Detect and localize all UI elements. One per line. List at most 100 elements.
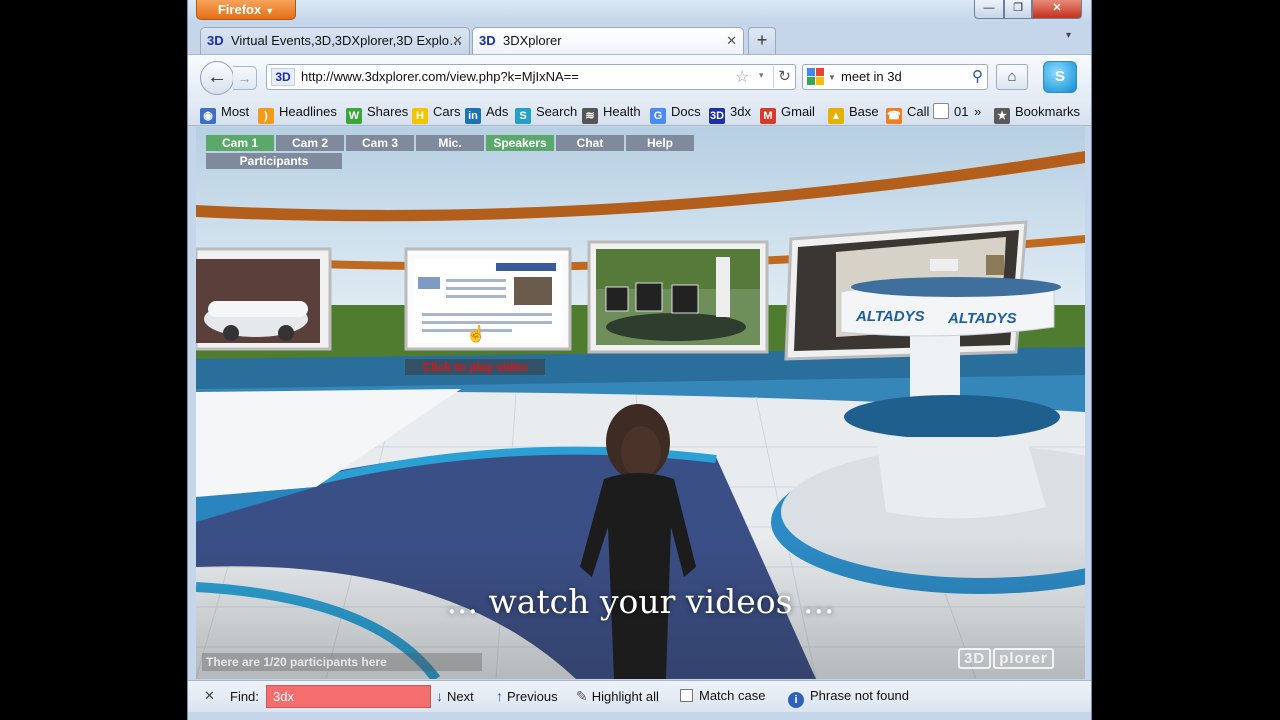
tab-3dxplorer[interactable]: 3D 3DXplorer ✕	[472, 27, 744, 54]
bookmark-label: Cars	[433, 104, 461, 119]
bookmark-[interactable]: »	[974, 103, 981, 121]
bookmark-label: Most	[221, 104, 250, 119]
search-site-icon: S	[515, 108, 531, 124]
tab-close-icon[interactable]: ✕	[726, 28, 737, 53]
bookmark-headlines[interactable]: ) Headlines	[258, 103, 337, 124]
bookmark-label: 01	[954, 104, 969, 119]
viewer-cam-1-button[interactable]: Cam 1	[206, 135, 274, 151]
viewer-chat-button[interactable]: Chat	[556, 135, 624, 151]
find-input[interactable]: 3dx	[266, 685, 431, 708]
bookmark-gmail[interactable]: M Gmail	[760, 103, 815, 124]
shares-icon: W	[346, 108, 362, 124]
bookmark-label: Call	[907, 104, 930, 119]
bookmark-star-icon[interactable]: ☆	[735, 67, 749, 87]
new-tab-button[interactable]: +	[748, 27, 776, 54]
firefox-menu-button[interactable]: Firefox ▼	[196, 0, 296, 20]
tab-list-icon[interactable]: ▾	[1066, 30, 1071, 41]
bookmark-health[interactable]: ≋ Health	[582, 103, 641, 124]
booth-logo: ALTADYS	[855, 308, 925, 325]
arrow-down-icon: ↓	[436, 688, 443, 704]
bookmark-label: Headlines	[279, 104, 337, 119]
skype-icon[interactable]: S	[1043, 61, 1077, 93]
tab-close-icon[interactable]: ✕	[452, 28, 463, 53]
bookmark-search[interactable]: S Search	[515, 103, 577, 124]
viewer-cam-3-button[interactable]: Cam 3	[346, 135, 414, 151]
info-icon: i	[788, 692, 804, 708]
search-input[interactable]: meet in 3d	[841, 65, 902, 89]
bookmark-docs[interactable]: G Docs	[650, 103, 701, 124]
bookmark-label: Gmail	[781, 104, 815, 119]
participant-count: There are 1/20 participants here	[202, 653, 482, 671]
3d-viewer[interactable]: ☝ ALTADYS ALTADYS Cam 1 Cam 2 Cam 3 Mic.…	[196, 127, 1085, 679]
maximize-button[interactable]: ❐	[1004, 0, 1032, 19]
window-close-button[interactable]: ✕	[1032, 0, 1082, 19]
bookmarks-toolbar: ◉ Most ) Headlines W Shares H Cars in Ads S Search ≋…	[188, 98, 1091, 126]
reload-button[interactable]: ↻	[773, 66, 795, 88]
base-icon: ▲	[828, 108, 844, 124]
tab-title: 3DXplorer	[503, 33, 562, 48]
screen-gallery	[587, 240, 769, 354]
click-to-play-label[interactable]: Click to play video	[405, 359, 545, 375]
bookmark-label: Shares	[367, 104, 409, 119]
screen-web-page	[404, 247, 572, 351]
browser-window: Firefox ▼ — ❐ ✕ 3D Virtual Events,3D,3DXp…	[187, 0, 1092, 720]
bookmark-label: Health	[603, 104, 641, 119]
google-docs-icon: G	[650, 108, 666, 124]
3dx-favicon-icon: 3D	[207, 33, 224, 48]
home-button[interactable]: ⌂	[996, 64, 1028, 90]
url-input[interactable]: http://www.3dxplorer.com/view.php?k=MjIx…	[301, 65, 579, 89]
caret-down-icon: ▼	[265, 6, 275, 16]
match-case-label: Match case	[699, 688, 766, 703]
find-next-button[interactable]: ↓ Next	[436, 688, 474, 704]
find-next-label: Next	[447, 689, 474, 704]
find-close-icon[interactable]: ✕	[204, 688, 215, 704]
bookmark-01[interactable]: 01	[933, 103, 968, 121]
viewer-help-button[interactable]: Help	[626, 135, 694, 151]
bookmark-base[interactable]: ▲ Base	[828, 103, 879, 124]
3dx-icon: 3D	[709, 108, 725, 124]
bookmark-label: »	[974, 104, 982, 119]
linkedin-icon: in	[465, 108, 481, 124]
screen-car	[196, 247, 332, 351]
viewer-speakers-button[interactable]: Speakers	[486, 135, 554, 151]
bookmark-label: Base	[849, 104, 879, 119]
tab-virtual-events[interactable]: 3D Virtual Events,3D,3DXplorer,3D Explo……	[200, 27, 470, 54]
bookmark-3dx[interactable]: 3D 3dx	[709, 103, 751, 124]
search-bar[interactable]: ▼ meet in 3d ⚲	[802, 64, 988, 90]
navigation-toolbar: ← → 3D http://www.3dxplorer.com/view.php…	[188, 54, 1091, 98]
back-button[interactable]: ←	[200, 61, 234, 95]
viewer-cam-2-button[interactable]: Cam 2	[276, 135, 344, 151]
highlight-all-button[interactable]: ✎ Highlight all	[576, 688, 659, 705]
page-icon	[933, 103, 949, 119]
minimize-button[interactable]: —	[974, 0, 1004, 19]
bookmark-most[interactable]: ◉ Most	[200, 103, 250, 124]
bookmark-ads[interactable]: in Ads	[465, 103, 508, 124]
engine-dropdown-icon[interactable]: ▼	[828, 73, 836, 82]
call-icon: ☎	[886, 108, 902, 124]
booth-logo: ALTADYS	[947, 310, 1017, 327]
bookmark-cars[interactable]: H Cars	[412, 103, 461, 124]
bookmark-shares[interactable]: W Shares	[346, 103, 409, 124]
find-previous-button[interactable]: ↑ Previous	[496, 688, 558, 704]
window-bottom-edge	[188, 712, 1091, 720]
most-visited-icon: ◉	[200, 108, 216, 124]
viewer-participants-button[interactable]: Participants	[206, 153, 342, 169]
checkbox-icon[interactable]	[680, 689, 693, 702]
3dxplorer-watermark: 3D plorer	[958, 648, 1056, 669]
gmail-icon: M	[760, 108, 776, 124]
history-dropdown-icon[interactable]: ▾	[759, 70, 764, 81]
3dx-favicon-icon: 3D	[479, 33, 496, 48]
find-status: i Phrase not found	[788, 688, 909, 708]
arrow-up-icon: ↑	[496, 688, 503, 704]
address-bar[interactable]: 3D http://www.3dxplorer.com/view.php?k=M…	[266, 64, 796, 90]
highlighter-icon: ✎	[576, 688, 588, 704]
hand-cursor-icon: ☝	[466, 324, 486, 343]
match-case-checkbox[interactable]: Match case	[680, 688, 765, 703]
bookmark-call[interactable]: ☎ Call	[886, 103, 930, 124]
bookmark-bookmarks[interactable]: ★ Bookmarks	[994, 103, 1080, 124]
site-identity-icon[interactable]: 3D	[271, 68, 295, 86]
google-engine-icon[interactable]	[807, 68, 825, 86]
forward-button[interactable]: →	[233, 66, 257, 90]
search-icon[interactable]: ⚲	[972, 67, 983, 85]
viewer-mic-button[interactable]: Mic.	[416, 135, 484, 151]
